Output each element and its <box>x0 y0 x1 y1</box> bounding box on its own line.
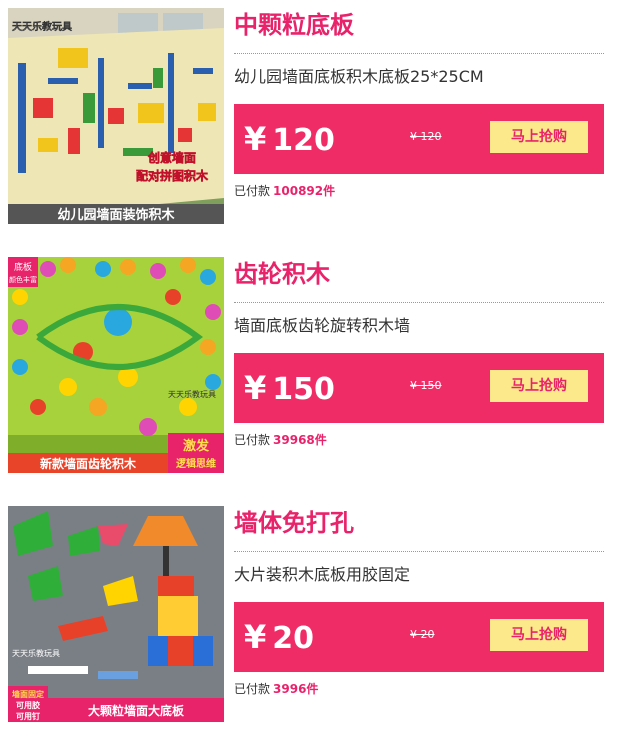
price-value: 150 <box>272 372 335 407</box>
image-brand-text: 天天乐教玩具 <box>12 648 60 658</box>
price-bar: ¥150 ¥ 150 马上抢购 <box>234 353 604 423</box>
original-price: ¥ 120 <box>410 130 442 143</box>
sold-count: 3996件 <box>273 682 319 696</box>
product-image-1[interactable]: 天天乐教玩具 创意墙面 配对拼图积木 幼儿园墙面装饰积木 <box>8 8 224 224</box>
dotted-divider <box>234 551 604 552</box>
product-title[interactable]: 墙体免打孔 <box>234 506 354 540</box>
image-brand-text: 天天乐教玩具 <box>168 389 216 399</box>
buy-now-button[interactable]: 马上抢购 <box>490 121 588 153</box>
product-description: 墙面底板齿轮旋转积木墙 <box>234 316 411 335</box>
image-caption: 新款墙面齿轮积木 <box>40 456 137 471</box>
image-corner-line-3: 可用钉 <box>16 711 40 721</box>
image-tag-line-2: 配对拼图积木 <box>136 168 209 183</box>
current-price: ¥20 <box>244 612 314 668</box>
image-tag-line-1: 创意墙面 <box>147 150 196 165</box>
product-card-3[interactable]: 墙面固定 可用胶 可用钉 天天乐教玩具 大颗粒墙面大底板 墙体免打孔 大片装积木… <box>8 506 608 722</box>
product-title[interactable]: 中颗粒底板 <box>234 8 354 42</box>
sold-count: 39968件 <box>273 433 327 447</box>
price-value: 120 <box>272 123 335 158</box>
product-description: 大片装积木底板用胶固定 <box>234 565 411 584</box>
sold-label: 已付款 <box>234 682 271 696</box>
product-description: 幼儿园墙面底板积木底板25*25CM <box>234 67 484 86</box>
sold-label: 已付款 <box>234 184 271 198</box>
image-caption: 幼儿园墙面装饰积木 <box>57 207 175 223</box>
current-price: ¥120 <box>244 114 335 170</box>
price-bar: ¥20 ¥ 20 马上抢购 <box>234 602 604 672</box>
image-corner-line-1: 墙面固定 <box>12 689 44 699</box>
original-price: ¥ 150 <box>410 379 442 392</box>
current-price: ¥150 <box>244 363 335 419</box>
currency-symbol: ¥ <box>244 120 267 158</box>
image-corner-line-2: 颜色丰富 <box>9 275 37 284</box>
dotted-divider <box>234 53 604 54</box>
sales-count: 已付款 100892件 <box>234 182 335 199</box>
image-brand-text: 天天乐教玩具 <box>12 20 72 33</box>
sales-count: 已付款 3996件 <box>234 680 318 697</box>
image-corner-line-1: 底板 <box>14 261 32 273</box>
product-title[interactable]: 齿轮积木 <box>234 257 330 291</box>
sales-count: 已付款 39968件 <box>234 431 327 448</box>
buy-now-button[interactable]: 马上抢购 <box>490 370 588 402</box>
image-badge-line-1: 激发 <box>183 438 210 454</box>
product-image-3[interactable]: 墙面固定 可用胶 可用钉 天天乐教玩具 大颗粒墙面大底板 <box>8 506 224 722</box>
price-bar: ¥120 ¥ 120 马上抢购 <box>234 104 604 174</box>
product-image-2[interactable]: 底板 颜色丰富 天天乐教玩具 新款墙面齿轮积木 激发 逻辑思维 <box>8 257 224 473</box>
image-badge-line-2: 逻辑思维 <box>176 457 216 470</box>
image-corner-line-2: 可用胶 <box>16 700 40 710</box>
buy-now-button[interactable]: 马上抢购 <box>490 619 588 651</box>
currency-symbol: ¥ <box>244 369 267 407</box>
product-card-1[interactable]: 天天乐教玩具 创意墙面 配对拼图积木 幼儿园墙面装饰积木 中颗粒底板 幼儿园墙面… <box>8 8 608 224</box>
currency-symbol: ¥ <box>244 618 267 656</box>
original-price: ¥ 20 <box>410 628 435 641</box>
sold-label: 已付款 <box>234 433 271 447</box>
price-value: 20 <box>272 621 315 656</box>
image-caption: 大颗粒墙面大底板 <box>88 703 185 718</box>
dotted-divider <box>234 302 604 303</box>
sold-count: 100892件 <box>273 184 336 198</box>
product-card-2[interactable]: 底板 颜色丰富 天天乐教玩具 新款墙面齿轮积木 激发 逻辑思维 齿轮积木 墙面底… <box>8 257 608 473</box>
